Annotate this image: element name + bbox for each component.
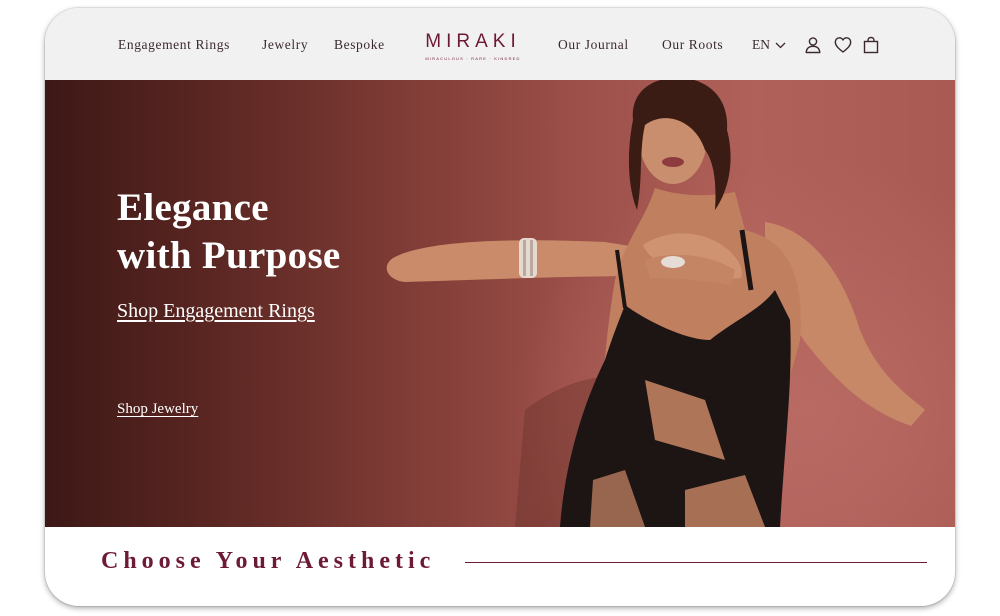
chevron-down-icon [775,42,786,48]
hero-title-line1: Elegance [117,186,269,229]
nav-our-journal[interactable]: Our Journal [558,37,629,53]
nav-our-roots[interactable]: Our Roots [662,37,723,53]
site-header: Engagement Rings Jewelry Bespoke MIRAKI … [45,8,955,80]
hero-title-line2: with Purpose [117,234,341,277]
nav-bespoke[interactable]: Bespoke [334,37,385,53]
user-icon[interactable] [804,36,822,54]
hero-banner: Elegance with Purpose Shop Engagement Ri… [45,80,955,527]
bag-icon[interactable] [862,36,880,54]
section-divider [465,562,927,563]
shop-jewelry-link[interactable]: Shop Jewelry [117,401,198,418]
browser-frame: Engagement Rings Jewelry Bespoke MIRAKI … [45,8,955,606]
language-selector[interactable]: EN [752,37,786,53]
logo-wordmark: MIRAKI [425,31,521,52]
section-title: Choose Your Aesthetic [101,548,436,574]
nav-jewelry[interactable]: Jewelry [262,37,308,53]
brand-logo[interactable]: MIRAKI MIRACULOUS · RARE · KINDRED [419,31,527,62]
nav-engagement-rings[interactable]: Engagement Rings [118,37,230,53]
language-label: EN [752,37,770,52]
hero-title: Elegance with Purpose [117,184,341,280]
logo-tagline: MIRACULOUS · RARE · KINDRED [425,56,521,61]
heart-icon[interactable] [834,36,852,54]
shop-engagement-rings-link[interactable]: Shop Engagement Rings [117,300,315,323]
